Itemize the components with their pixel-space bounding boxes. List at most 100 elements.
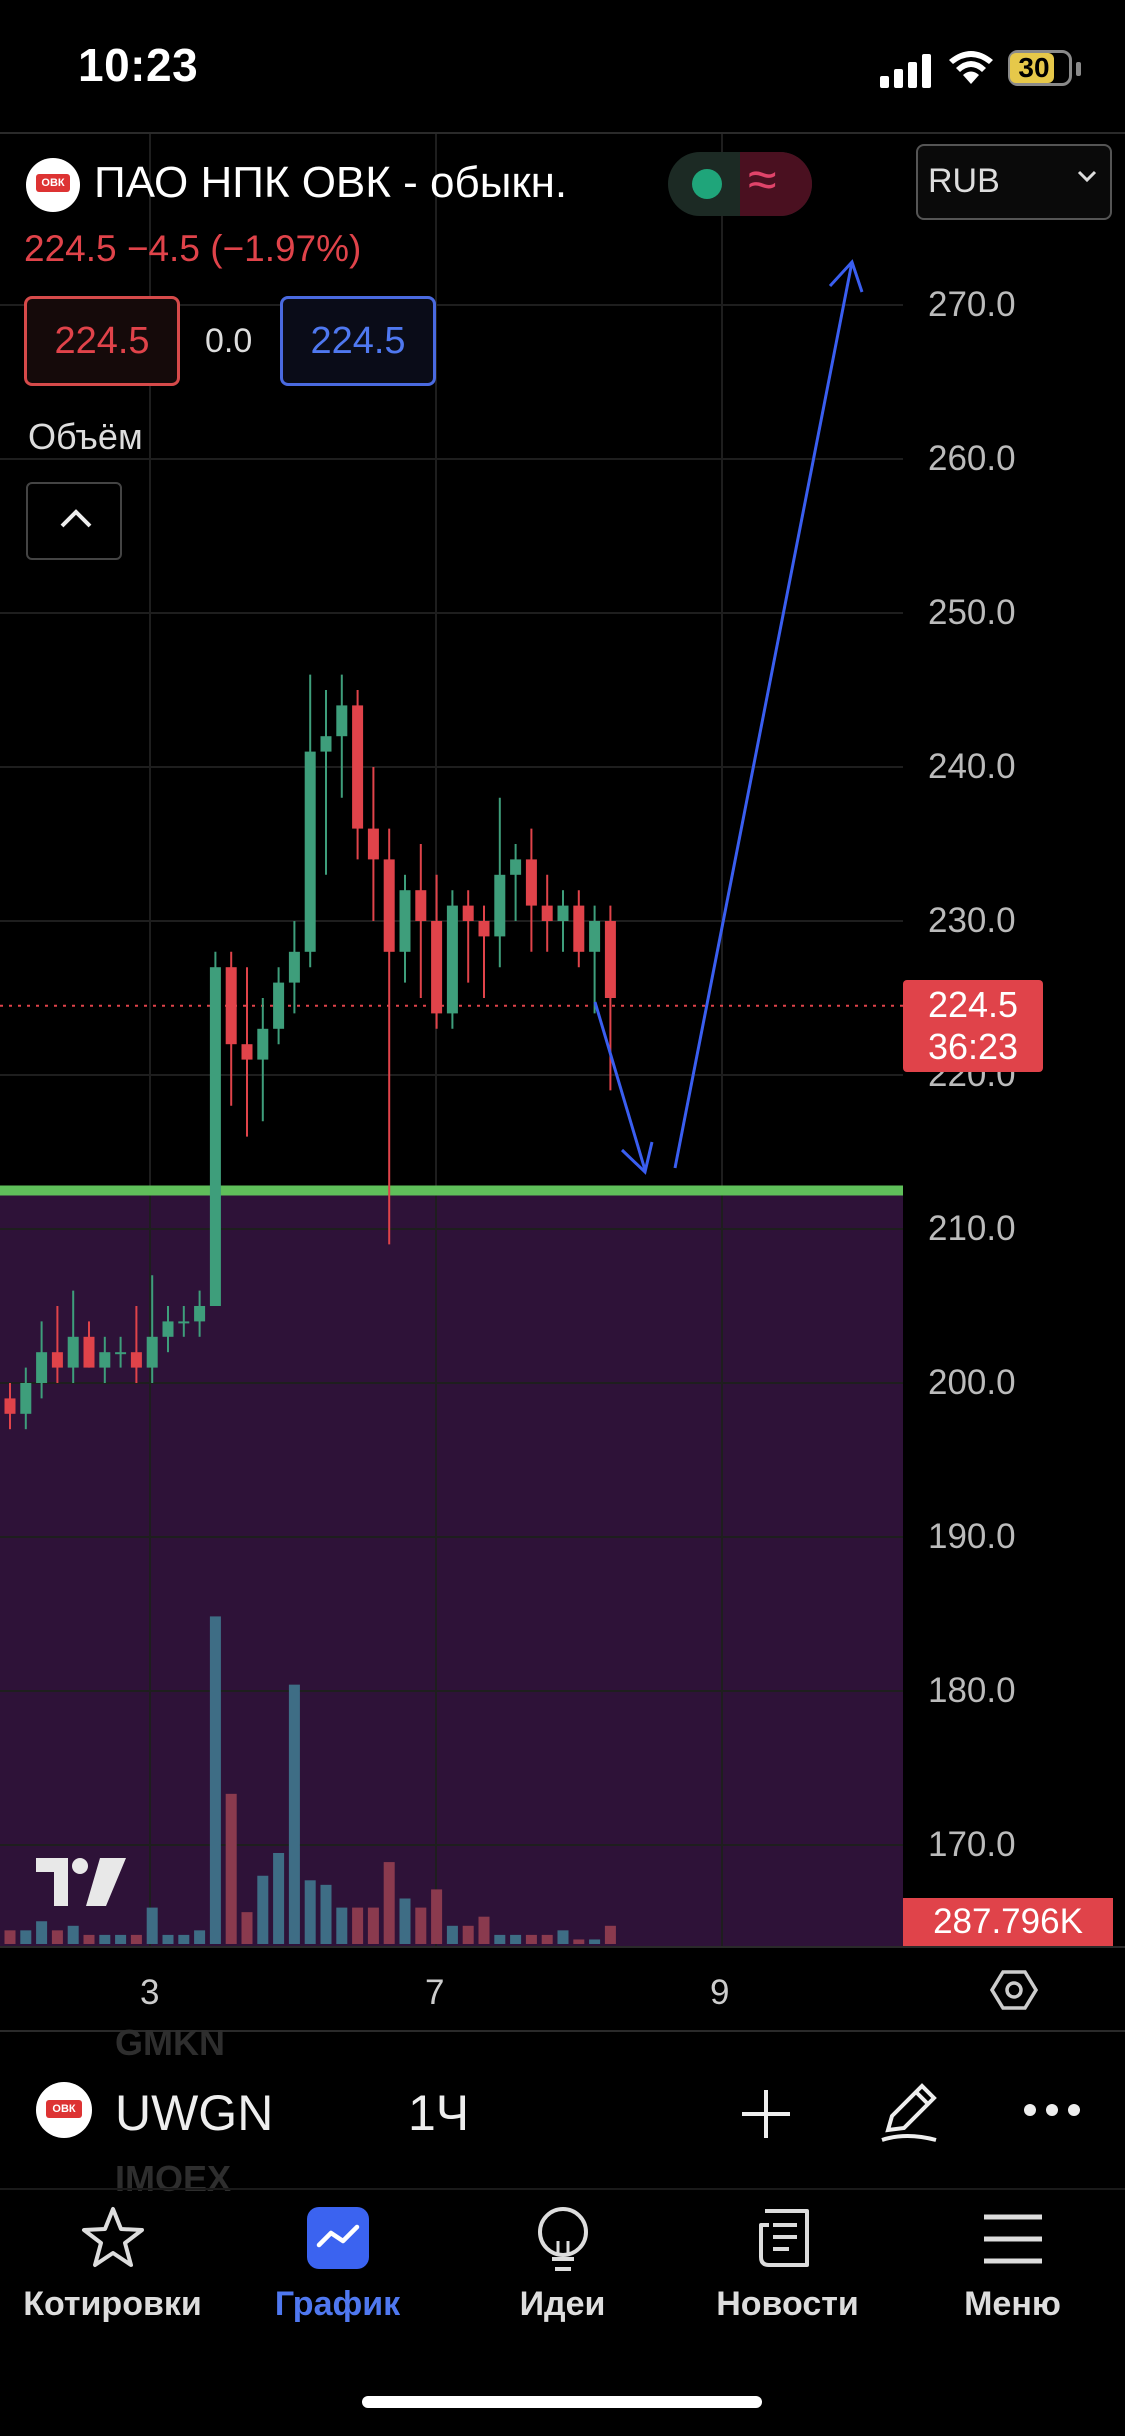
interval-selector[interactable]: 1Ч xyxy=(408,2084,469,2142)
volume-bar xyxy=(320,1884,332,1944)
volume-bar xyxy=(589,1939,601,1944)
candle-body xyxy=(589,921,601,952)
volume-bar xyxy=(209,1616,221,1944)
volume-bar xyxy=(494,1934,506,1944)
volume-bar xyxy=(541,1934,553,1944)
volume-bar xyxy=(304,1880,316,1944)
candle-body xyxy=(146,1336,158,1368)
sell-price-button[interactable]: 224.5 xyxy=(24,296,180,386)
volume-bar xyxy=(99,1934,111,1944)
volume-indicator-label[interactable]: Объём xyxy=(28,416,143,458)
candle-body xyxy=(67,1336,79,1368)
volume-bar xyxy=(36,1921,48,1944)
volume-bar xyxy=(557,1930,569,1944)
symbol-selector[interactable]: UWGN xyxy=(115,2084,273,2142)
volume-bar xyxy=(4,1930,16,1944)
volume-bar xyxy=(273,1853,285,1944)
home-indicator xyxy=(362,2396,762,2408)
volume-value: 287.796K xyxy=(933,1902,1083,1941)
company-logo-mark: ОВК xyxy=(36,174,70,192)
volume-bar xyxy=(525,1934,537,1944)
volume-bar xyxy=(415,1907,427,1944)
lightbulb-icon xyxy=(538,2207,588,2271)
drawing-tools-icon[interactable] xyxy=(876,2080,942,2146)
bar-countdown: 36:23 xyxy=(927,1026,1019,1067)
news-icon xyxy=(759,2209,809,2267)
arrow-up-line xyxy=(673,261,854,1169)
candle-body xyxy=(541,905,553,921)
volume-bar xyxy=(367,1907,379,1944)
more-icon[interactable] xyxy=(1022,2100,1082,2120)
volume-bar xyxy=(194,1930,206,1944)
chevron-up-icon xyxy=(60,509,92,528)
battery-percent: 30 xyxy=(1018,52,1050,83)
wifi-icon xyxy=(949,51,993,84)
y-axis-label: 180.0 xyxy=(928,1671,1016,1710)
nav-quotes[interactable] xyxy=(0,2205,225,2355)
spread-value: 0.0 xyxy=(205,322,253,360)
candle-body xyxy=(604,921,616,998)
volume-bar xyxy=(604,1925,616,1944)
add-icon[interactable] xyxy=(738,2086,794,2142)
candle-body xyxy=(209,967,221,1306)
symbol-scroller-prev[interactable]: GMKN xyxy=(115,2022,225,2064)
candle-body xyxy=(446,905,458,1014)
arrow-down-line xyxy=(593,1001,647,1171)
candle-body xyxy=(462,905,474,921)
volume-bar xyxy=(383,1862,395,1944)
candle-body xyxy=(320,736,332,752)
nav-ideas-label: Идеи xyxy=(519,2285,606,2323)
volume-bar xyxy=(130,1934,142,1944)
volume-bar xyxy=(178,1934,190,1944)
y-axis-label: 230.0 xyxy=(928,901,1016,940)
y-axis-label: 170.0 xyxy=(928,1825,1016,1864)
volume-bar xyxy=(352,1907,364,1944)
chevron-down-icon xyxy=(1077,170,1097,183)
symbol-logo-mark: ОВК xyxy=(46,2100,82,2118)
candle-body xyxy=(178,1321,190,1324)
volume-bar xyxy=(20,1930,32,1944)
volume-bar xyxy=(446,1925,458,1944)
buy-price-button[interactable]: 224.5 xyxy=(280,296,436,386)
nav-ideas[interactable] xyxy=(450,2205,675,2355)
candle-body xyxy=(273,982,285,1029)
candle-body xyxy=(20,1383,32,1414)
chart-icon xyxy=(307,2207,369,2269)
candle-body xyxy=(162,1321,174,1337)
nav-menu[interactable] xyxy=(900,2205,1125,2355)
candle-body xyxy=(51,1352,63,1368)
nav-news[interactable] xyxy=(675,2205,900,2355)
volume-bar xyxy=(51,1930,63,1944)
nav-quotes-label: Котировки xyxy=(23,2285,202,2323)
x-axis-label: 7 xyxy=(425,1973,445,2012)
demand-zone xyxy=(0,1190,903,1946)
nav-divider xyxy=(0,2188,1125,2190)
candle-body xyxy=(4,1398,16,1414)
volume-bar xyxy=(67,1925,79,1944)
symbol-scroller-next[interactable]: IMOEX xyxy=(115,2158,231,2200)
candle-body xyxy=(367,828,379,860)
candle-body xyxy=(36,1352,48,1383)
candle-body xyxy=(525,859,537,906)
candle-body xyxy=(557,905,569,921)
candle-body xyxy=(431,921,443,1014)
volume-bar xyxy=(399,1898,411,1944)
candle-body xyxy=(494,874,506,937)
instrument-title[interactable]: ПАО НПК ОВК - обыкн. xyxy=(94,158,567,208)
volume-bar xyxy=(225,1793,237,1944)
volume-bar xyxy=(510,1934,522,1944)
price-change: 224.5 −4.5 (−1.97%) xyxy=(24,228,362,269)
y-axis-label: 210.0 xyxy=(928,1209,1016,1248)
nav-chart[interactable] xyxy=(225,2205,450,2355)
volume-bar xyxy=(573,1939,585,1944)
star-icon xyxy=(82,2207,144,2267)
y-axis-label: 270.0 xyxy=(928,285,1016,324)
collapse-indicators-button[interactable] xyxy=(26,482,122,560)
volume-bar xyxy=(146,1907,158,1944)
chart-settings-icon[interactable] xyxy=(990,1966,1038,2014)
candle-body xyxy=(257,1028,269,1060)
volume-bar xyxy=(162,1934,174,1944)
volume-bar xyxy=(115,1934,127,1944)
delayed-data-icon: ≈ xyxy=(748,151,777,209)
candle-body xyxy=(241,1044,253,1060)
